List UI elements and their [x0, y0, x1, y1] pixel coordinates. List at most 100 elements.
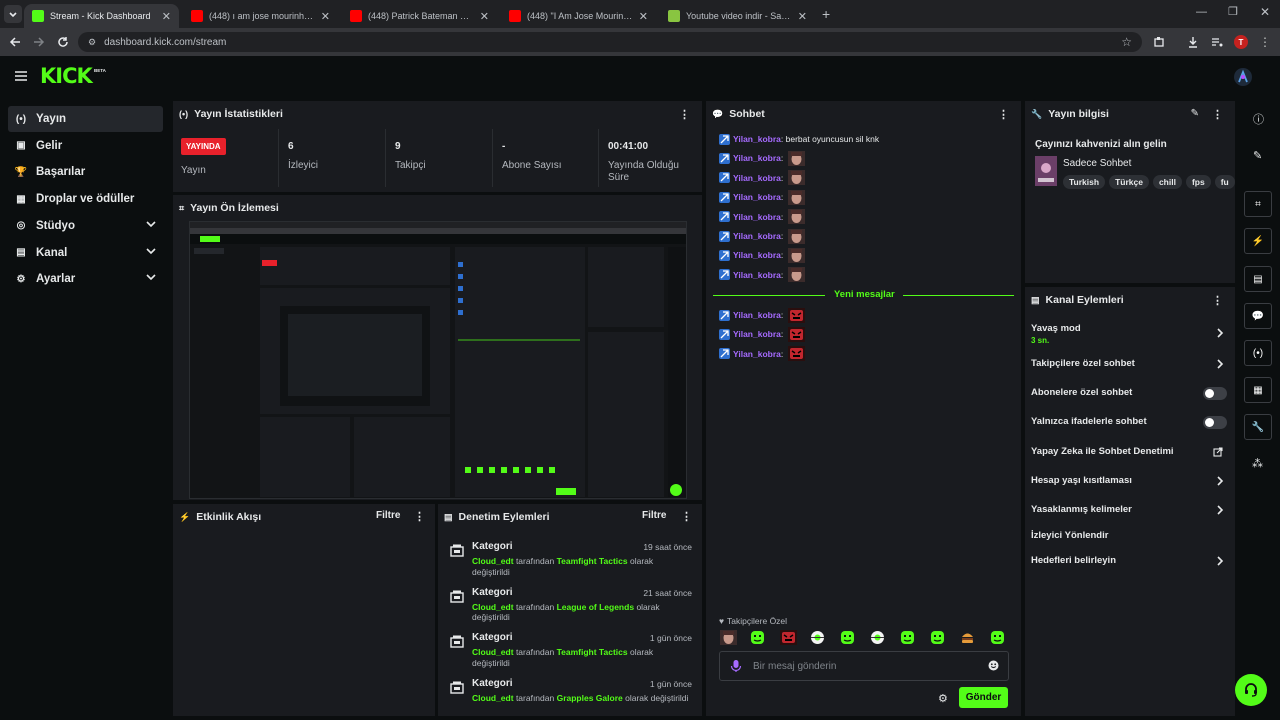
category-name[interactable]: Teamfight Tactics [557, 647, 628, 657]
channel-action-row[interactable]: Hedefleri belirleyin [1031, 555, 1231, 569]
chat-input[interactable]: Bir mesaj gönderin [719, 651, 1009, 681]
tab-search-icon[interactable] [4, 5, 22, 23]
address-bar[interactable]: ⚙ dashboard.kick.com/stream ☆ [78, 32, 1142, 52]
emote-button[interactable] [870, 630, 885, 645]
chevron-right-icon[interactable] [1215, 555, 1225, 567]
emote-button[interactable] [780, 630, 797, 645]
category-name[interactable]: Teamfight Tactics [557, 556, 628, 566]
download-icon[interactable] [1184, 33, 1202, 51]
toggle-switch[interactable] [1203, 387, 1227, 400]
reload-icon[interactable] [54, 33, 72, 51]
sidebar-item[interactable]: ⚙ Ayarlar [8, 266, 163, 292]
stream-tag[interactable]: chill [1152, 175, 1182, 189]
chat-username[interactable]: Yilan_kobra [733, 250, 781, 260]
emote-button[interactable] [900, 630, 915, 645]
chat-username[interactable]: Yilan_kobra [733, 270, 781, 280]
activity-menu-icon[interactable]: ⋮ [414, 510, 425, 523]
moderator-name[interactable]: Cloud_edt [472, 647, 514, 657]
browser-menu-icon[interactable]: ⋮ [1256, 33, 1274, 51]
close-tab-icon[interactable]: ✕ [321, 10, 330, 23]
channel-action-row[interactable]: Yavaş mod 3 sn. [1031, 323, 1231, 347]
chat-username[interactable]: Yilan_kobra [733, 231, 781, 241]
emote-button[interactable] [810, 630, 825, 645]
new-tab-button[interactable]: + [822, 6, 830, 22]
channel-action-row[interactable]: Yasaklanmış kelimeler [1031, 504, 1231, 518]
close-window-button[interactable]: ✕ [1260, 5, 1270, 19]
chat-settings-icon[interactable]: ⚙ [938, 692, 948, 705]
category-name[interactable]: Grapples Galore [557, 693, 623, 703]
channel-action-row[interactable]: Takipçilere özel sohbet [1031, 358, 1231, 372]
stream-preview-video[interactable] [189, 221, 687, 499]
external-link-icon[interactable] [1213, 447, 1223, 457]
channel-actions-menu-icon[interactable]: ⋮ [1212, 294, 1223, 307]
browser-tab[interactable]: Youtube video indir - SaveFrom ✕ [660, 4, 815, 28]
browser-tab[interactable]: (448) "I Am Jose Mourinho" - C ✕ [501, 4, 656, 28]
close-tab-icon[interactable]: ✕ [798, 10, 807, 23]
emote-button[interactable] [720, 630, 737, 645]
minimize-button[interactable]: — [1196, 6, 1207, 18]
toggle-switch[interactable] [1203, 416, 1227, 429]
chevron-right-icon[interactable] [1215, 475, 1225, 487]
support-button[interactable] [1235, 674, 1267, 706]
emoji-icon[interactable] [988, 660, 999, 671]
channel-action-row[interactable]: Yalnızca ifadelerle sohbet [1031, 416, 1231, 430]
chevron-down-icon[interactable] [145, 271, 157, 283]
stream-tag[interactable]: Turkish [1063, 175, 1106, 189]
close-tab-icon[interactable]: ✕ [639, 10, 648, 23]
send-button[interactable]: Gönder [959, 687, 1008, 708]
emote-button[interactable] [840, 630, 855, 645]
forward-icon[interactable] [30, 33, 48, 51]
hamburger-menu-icon[interactable] [14, 70, 28, 82]
sidebar-item[interactable]: ◎ Stüdyo [8, 213, 163, 239]
kick-logo[interactable]: KICK [40, 64, 93, 88]
chat-username[interactable]: Yilan_kobra [733, 153, 781, 163]
browser-tab[interactable]: (448) ı am jose mourinho - YouTube ✕ [183, 4, 338, 28]
rail-preview-button[interactable]: ⌗ [1244, 191, 1272, 217]
rail-lightning-button[interactable]: ⚡ [1244, 228, 1272, 254]
chevron-down-icon[interactable] [145, 245, 157, 257]
chevron-right-icon[interactable] [1215, 358, 1225, 370]
chat-username[interactable]: Yilan_kobra [733, 173, 781, 183]
close-tab-icon[interactable]: ✕ [162, 10, 171, 23]
channel-action-row[interactable]: İzleyici Yönlendir [1031, 530, 1231, 544]
rail-chat-button[interactable]: 💬 [1244, 303, 1272, 329]
emote-button[interactable] [930, 630, 945, 645]
emote-button[interactable] [960, 630, 975, 645]
user-avatar[interactable] [1234, 68, 1252, 86]
rail-layout-button[interactable]: ▦ [1244, 377, 1272, 403]
rail-broadcast-button[interactable]: (•) [1244, 340, 1272, 366]
media-control-icon[interactable] [1208, 33, 1226, 51]
sidebar-item[interactable]: 🏆 Başarılar [8, 159, 163, 185]
rail-document-button[interactable]: ▤ [1244, 266, 1272, 292]
chevron-right-icon[interactable] [1215, 504, 1225, 516]
add-widget-icon[interactable]: ⁂ [1252, 457, 1263, 470]
site-info-icon[interactable]: ⚙ [88, 37, 96, 48]
emote-button[interactable] [750, 630, 765, 645]
profile-avatar[interactable]: T [1234, 35, 1248, 49]
stream-tag[interactable]: fps [1185, 175, 1211, 189]
edit-pencil-icon[interactable]: ✎ [1191, 108, 1199, 119]
stream-tag[interactable]: Türkçe [1109, 175, 1149, 189]
sidebar-item[interactable]: ▣ Gelir [8, 133, 163, 159]
back-icon[interactable] [6, 33, 24, 51]
rail-wrench-button[interactable]: 🔧 [1244, 414, 1272, 440]
activity-filter-button[interactable]: Filtre [376, 510, 400, 521]
sidebar-item[interactable]: ▦ Droplar ve ödüller [8, 186, 163, 212]
chevron-right-icon[interactable] [1215, 327, 1225, 339]
stats-menu-icon[interactable]: ⋮ [679, 108, 690, 121]
close-tab-icon[interactable]: ✕ [480, 10, 489, 23]
edit-icon[interactable]: ✎ [1253, 149, 1262, 162]
moderation-filter-button[interactable]: Filtre [642, 510, 666, 521]
info-icon[interactable]: ⓘ [1253, 111, 1264, 127]
moderation-menu-icon[interactable]: ⋮ [681, 510, 692, 523]
sidebar-item[interactable]: ▤ Kanal [8, 240, 163, 266]
stream-info-menu-icon[interactable]: ⋮ [1212, 108, 1223, 121]
chat-username[interactable]: Yilan_kobra [733, 310, 781, 320]
chat-username[interactable]: Yilan_kobra [733, 212, 781, 222]
chat-username[interactable]: Yilan_kobra [733, 349, 781, 359]
browser-tab[interactable]: Stream - Kick Dashboard ✕ [24, 4, 179, 28]
sidebar-item[interactable]: (•) Yayın [8, 106, 163, 132]
moderator-name[interactable]: Cloud_edt [472, 693, 514, 703]
moderator-name[interactable]: Cloud_edt [472, 556, 514, 566]
channel-action-row[interactable]: Yapay Zeka ile Sohbet Denetimi [1031, 446, 1231, 460]
